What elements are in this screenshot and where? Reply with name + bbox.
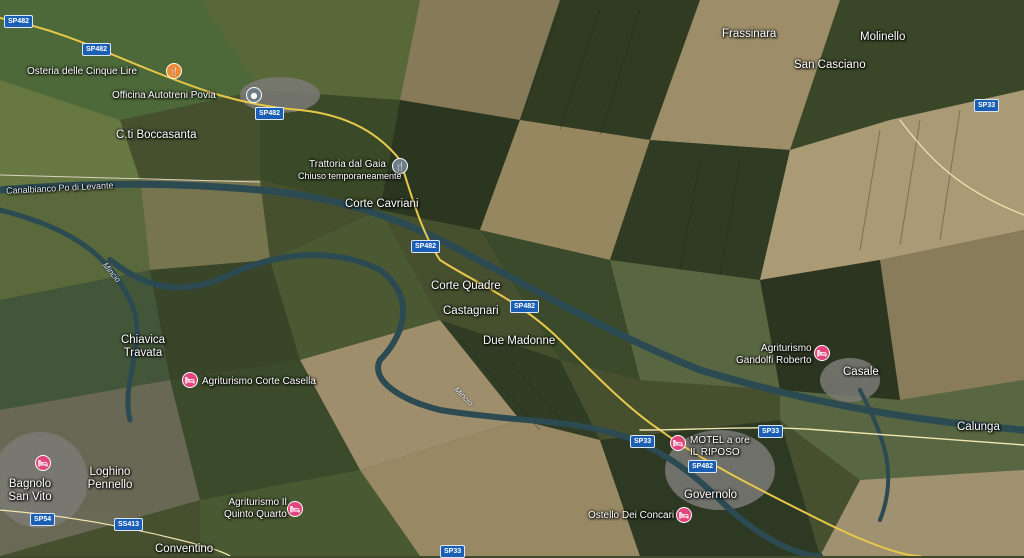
road-shield-sp33: SP33	[974, 99, 1000, 112]
poi-motel-il-riposo[interactable]: MOTEL a ore IL RIPOSO	[690, 435, 750, 458]
place-bagnolo-san-vito[interactable]: Bagnolo San Vito	[8, 478, 51, 504]
hotel-icon[interactable]: 🛏	[182, 372, 198, 388]
hotel-icon[interactable]: 🛏	[287, 501, 303, 517]
place-loghino-pennello[interactable]: Loghino Pennello	[88, 466, 133, 492]
place-frassinara[interactable]: Frassinara	[722, 28, 776, 41]
place-corte-cavriani[interactable]: Corte Cavriani	[345, 198, 419, 211]
place-conventino[interactable]: Conventino	[155, 543, 213, 556]
poi-osteria-delle-cinque-lire[interactable]: Osteria delle Cinque Lire	[27, 66, 137, 78]
poi-agriturismo-corte-casella[interactable]: Agriturismo Corte Casella	[202, 376, 316, 388]
poi-officina-autotreni-povia[interactable]: Officina Autotreni Povia	[112, 90, 216, 102]
hotel-icon[interactable]: 🛏	[35, 455, 51, 471]
road-shield-sp482: SP482	[82, 43, 112, 56]
place-calunga[interactable]: Calunga	[957, 421, 1000, 434]
poi-ostello-dei-concari[interactable]: Ostello Dei Concari	[588, 510, 674, 522]
place-corte-quadre[interactable]: Corte Quadre	[431, 280, 501, 293]
place-boccasanta[interactable]: C.ti Boccasanta	[116, 129, 197, 142]
poi-trattoria-dal-gaia[interactable]: Trattoria dal Gaia	[309, 159, 386, 171]
road-shield-sp482: SP482	[4, 15, 34, 28]
hotel-icon[interactable]: 🛏	[670, 435, 686, 451]
place-due-madonne[interactable]: Due Madonne	[483, 335, 555, 348]
place-icon[interactable]: ●	[246, 87, 262, 103]
place-molinello[interactable]: Molinello	[860, 31, 905, 44]
road-shield-sp54: SP54	[30, 513, 56, 526]
restaurant-icon[interactable]: 🍴	[166, 63, 182, 79]
hotel-icon[interactable]: 🛏	[676, 507, 692, 523]
hotel-icon[interactable]: 🛏	[814, 345, 830, 361]
road-shield-sp482: SP482	[255, 107, 285, 120]
place-castagnari[interactable]: Castagnari	[443, 305, 499, 318]
place-chiavica-travata[interactable]: Chiavica Travata	[121, 334, 165, 360]
poi-agriturismo-il-quinto-quarto[interactable]: Agriturismo Il Quinto Quarto	[224, 497, 287, 520]
road-shield-ss413: SS413	[114, 518, 144, 531]
road-shield-sp482: SP482	[688, 460, 718, 473]
satellite-map[interactable]	[0, 0, 1024, 556]
poi-status-closed: Chiuso temporaneamente	[298, 171, 402, 181]
road-shield-sp482: SP482	[411, 240, 441, 253]
road-shield-sp33: SP33	[630, 435, 656, 448]
road-shield-sp482: SP482	[510, 300, 540, 313]
place-san-casciano[interactable]: San Casciano	[794, 59, 866, 72]
poi-agriturismo-gandolfi-roberto[interactable]: Agriturismo Gandolfi Roberto	[736, 343, 812, 366]
place-governolo[interactable]: Governolo	[684, 489, 737, 502]
road-shield-sp33: SP33	[440, 545, 466, 558]
place-casale[interactable]: Casale	[843, 366, 879, 379]
road-shield-sp33: SP33	[758, 425, 784, 438]
